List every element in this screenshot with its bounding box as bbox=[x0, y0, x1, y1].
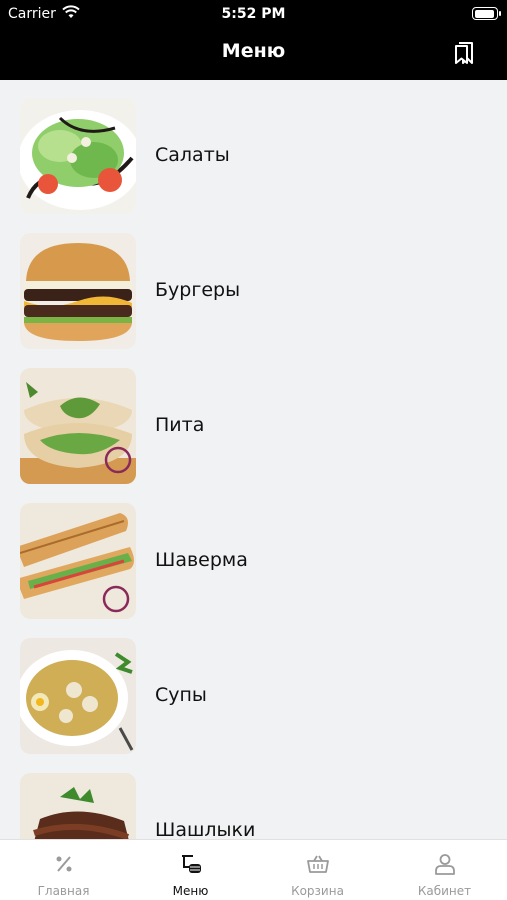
burger-image bbox=[20, 233, 136, 349]
discount-icon bbox=[52, 852, 76, 876]
category-item-soups[interactable]: Супы bbox=[0, 620, 507, 755]
shashlik-image bbox=[20, 773, 136, 840]
bookmarks-icon[interactable] bbox=[453, 40, 477, 66]
status-time: 5:52 PM bbox=[221, 6, 286, 22]
top-bar: Carrier 5:52 PM Меню bbox=[0, 0, 507, 80]
category-item-shawarma[interactable]: Шаверма bbox=[0, 485, 507, 620]
category-item-shashlik[interactable]: Шашлыки bbox=[0, 755, 507, 840]
basket-icon bbox=[306, 852, 330, 876]
salad-image bbox=[20, 98, 136, 214]
tab-cart[interactable]: Корзина bbox=[254, 840, 381, 900]
soup-image bbox=[20, 638, 136, 754]
tab-home[interactable]: Главная bbox=[0, 840, 127, 900]
tab-label: Меню bbox=[172, 884, 209, 898]
status-bar: Carrier 5:52 PM bbox=[0, 0, 507, 28]
shawarma-image bbox=[20, 503, 136, 619]
tab-label: Корзина bbox=[291, 884, 344, 898]
category-label: Шашлыки bbox=[155, 819, 256, 840]
category-label: Бургеры bbox=[155, 279, 241, 301]
category-item-pita[interactable]: Пита bbox=[0, 350, 507, 485]
category-label: Салаты bbox=[155, 144, 230, 166]
profile-icon bbox=[433, 852, 457, 876]
category-label: Пита bbox=[155, 414, 205, 436]
category-item-salads[interactable]: Салаты bbox=[0, 80, 507, 215]
tab-label: Кабинет bbox=[417, 884, 472, 898]
pita-image bbox=[20, 368, 136, 484]
battery-icon bbox=[472, 7, 501, 20]
page-title: Меню bbox=[221, 40, 286, 62]
tab-account[interactable]: Кабинет bbox=[381, 840, 507, 900]
category-item-burgers[interactable]: Бургеры bbox=[0, 215, 507, 350]
category-label: Шаверма bbox=[155, 549, 248, 571]
tab-menu[interactable]: Меню bbox=[127, 840, 254, 900]
menu-food-icon bbox=[179, 852, 203, 876]
tab-label: Главная bbox=[37, 884, 90, 898]
category-label: Супы bbox=[155, 684, 207, 706]
tab-bar: Главная Меню Корзина Кабинет bbox=[0, 839, 507, 900]
menu-category-list[interactable]: Салаты Бургеры Пита Шаверма Супы Шашлыки bbox=[0, 80, 507, 840]
